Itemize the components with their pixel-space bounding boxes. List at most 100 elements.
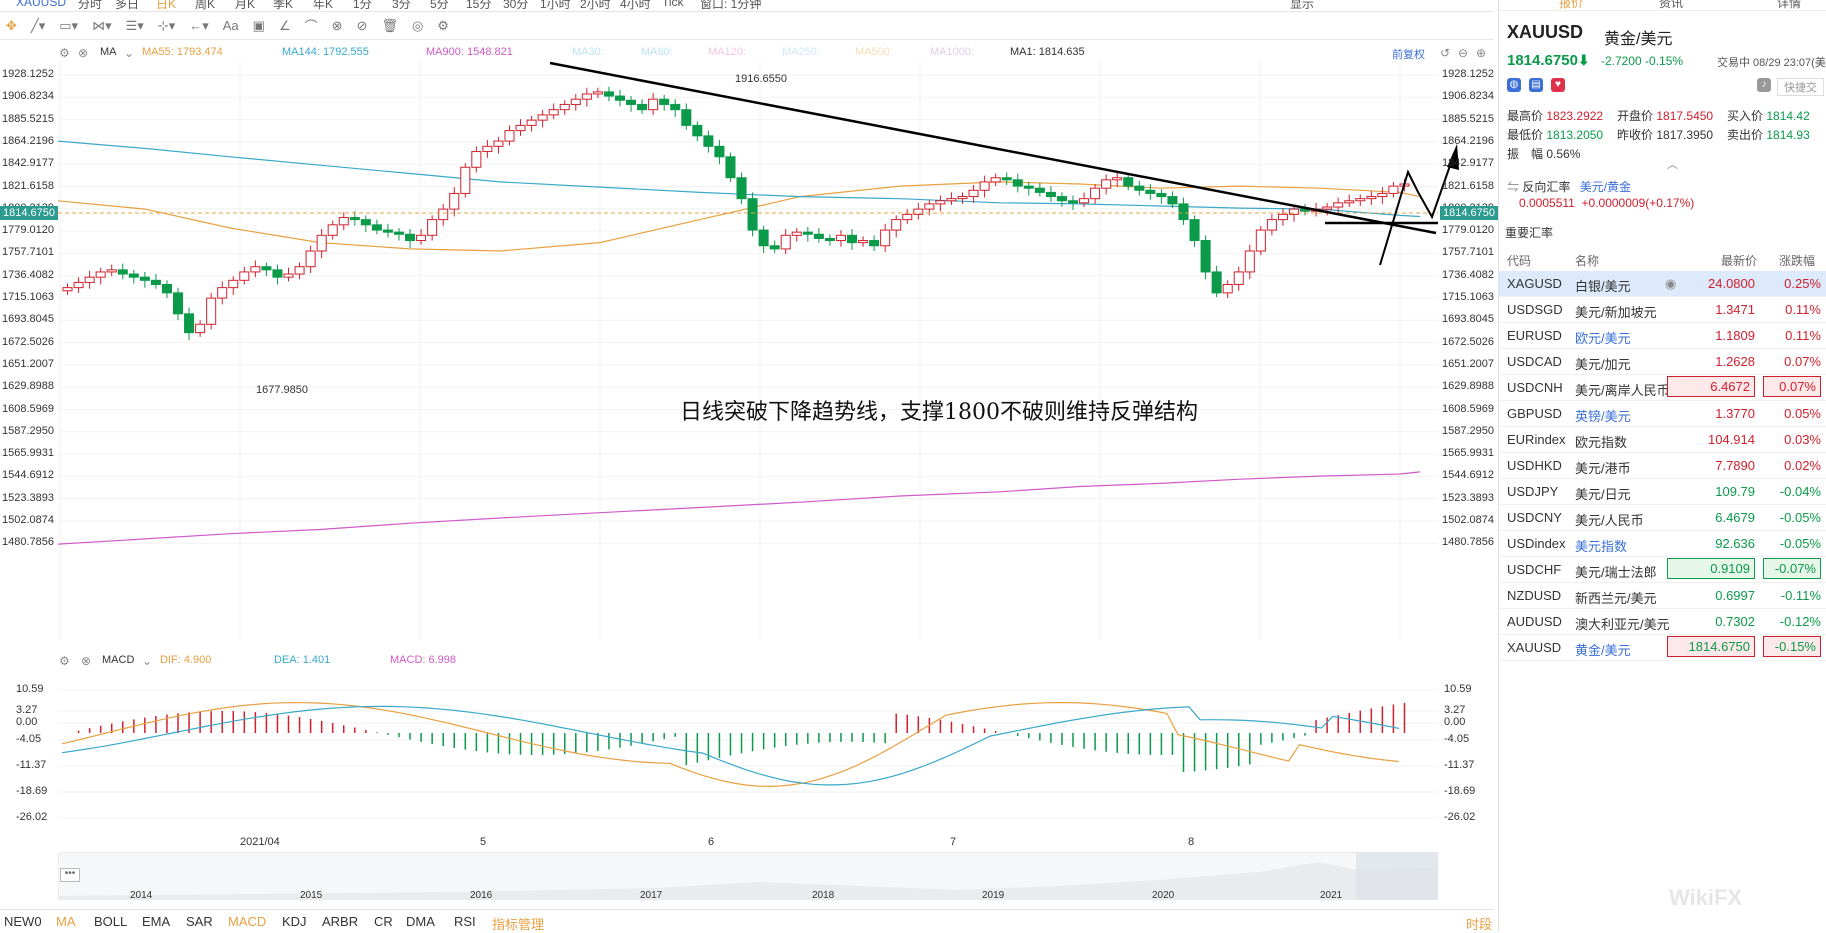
- tab-news[interactable]: 资讯: [1659, 0, 1683, 11]
- rate-name[interactable]: 澳大利亚元/美元: [1575, 614, 1670, 633]
- period-10[interactable]: 5分: [430, 0, 449, 11]
- hide-icon[interactable]: ⊘: [357, 18, 368, 34]
- rate-row[interactable]: EURindex 欧元指数 104.914 0.03%: [1499, 427, 1826, 453]
- rate-name[interactable]: 美元指数: [1575, 536, 1627, 555]
- arrow-icon[interactable]: ←▾: [189, 18, 209, 34]
- rate-name[interactable]: 新西兰元/美元: [1575, 588, 1657, 607]
- crosshair-icon[interactable]: ✥: [6, 18, 17, 34]
- rate-name[interactable]: 黄金/美元: [1575, 640, 1631, 659]
- tab-kdj[interactable]: KDJ: [282, 914, 307, 929]
- topbar-symbol[interactable]: XAUUSD: [16, 0, 66, 9]
- line-icon[interactable]: ╱▾: [31, 18, 45, 34]
- rate-name[interactable]: 欧元指数: [1575, 432, 1627, 451]
- period-17[interactable]: 窗口: 1分钟: [700, 0, 761, 11]
- magnet-icon[interactable]: ⊗: [332, 18, 343, 34]
- tab-ema[interactable]: EMA: [142, 914, 170, 929]
- period-11[interactable]: 15分: [466, 0, 491, 11]
- zoom-in-icon[interactable]: ⊕: [1476, 46, 1486, 60]
- period-4[interactable]: 周K: [195, 0, 215, 11]
- tab-quote[interactable]: 报价: [1559, 0, 1583, 11]
- doc-icon[interactable]: ▤: [1529, 78, 1543, 92]
- topbar-right[interactable]: 显示: [1290, 0, 1314, 11]
- rate-name[interactable]: 美元/人民币: [1575, 510, 1644, 529]
- bell-icon[interactable]: ♪: [1757, 78, 1771, 92]
- rate-name[interactable]: 美元/加元: [1575, 354, 1631, 373]
- tab-indicator-manage[interactable]: 指标管理: [492, 914, 544, 933]
- note-icon[interactable]: ▣: [253, 18, 265, 34]
- macd-chart[interactable]: [0, 670, 1494, 840]
- period-2[interactable]: 多日: [115, 0, 139, 11]
- chevron-down-icon[interactable]: ⌄: [124, 46, 134, 60]
- collapse-icon[interactable]: ︿: [1667, 156, 1678, 172]
- rect-icon[interactable]: ▭▾: [59, 18, 78, 34]
- macd-name[interactable]: MACD: [102, 654, 134, 666]
- rate-row[interactable]: USDCNY 美元/人民币 6.4679 -0.05%: [1499, 505, 1826, 531]
- period-13[interactable]: 1小时: [540, 0, 571, 11]
- period-16[interactable]: Tick: [662, 0, 684, 9]
- overview-menu-icon[interactable]: •••: [60, 868, 80, 882]
- rate-row[interactable]: USDJPY 美元/日元 109.79 -0.04%: [1499, 479, 1826, 505]
- period-5[interactable]: 月K: [235, 0, 255, 11]
- overview-navigator[interactable]: [58, 852, 1438, 900]
- settings-icon[interactable]: ⚙: [59, 46, 70, 60]
- arc-icon[interactable]: ⌒: [305, 16, 318, 35]
- rate-name[interactable]: 美元/港币: [1575, 458, 1631, 477]
- rate-name[interactable]: 白银/美元: [1575, 276, 1631, 295]
- period-7[interactable]: 年K: [313, 0, 333, 11]
- tab-time-range[interactable]: 时段: [1466, 914, 1492, 933]
- rate-row[interactable]: NZDUSD 新西兰元/美元 0.6997 -0.11%: [1499, 583, 1826, 609]
- tab-new0[interactable]: NEW0: [4, 914, 42, 929]
- rate-row[interactable]: USDCAD 美元/加元 1.2628 0.07%: [1499, 349, 1826, 375]
- zoom-out-icon[interactable]: ⊖: [1458, 46, 1468, 60]
- rate-row[interactable]: USDindex 美元指数 92.636 -0.05%: [1499, 531, 1826, 557]
- text-icon[interactable]: Aa: [223, 18, 239, 33]
- eye-icon[interactable]: ◉: [1665, 276, 1676, 292]
- tab-arbr[interactable]: ARBR: [322, 914, 358, 929]
- tab-cr[interactable]: CR: [374, 914, 393, 929]
- tab-ma[interactable]: MA: [56, 914, 76, 929]
- period-12[interactable]: 30分: [503, 0, 528, 11]
- period-9[interactable]: 3分: [392, 0, 411, 11]
- undo-icon[interactable]: ↺: [1440, 46, 1450, 60]
- period-15[interactable]: 4小时: [620, 0, 651, 11]
- tab-boll[interactable]: BOLL: [94, 914, 127, 929]
- rate-name[interactable]: 欧元/美元: [1575, 328, 1631, 347]
- price-chart[interactable]: [0, 60, 1494, 640]
- rate-name[interactable]: 英镑/美元: [1575, 406, 1631, 425]
- period-1[interactable]: 分时: [78, 0, 102, 11]
- measure-icon[interactable]: ⊹▾: [158, 18, 175, 34]
- rate-row[interactable]: USDHKD 美元/港币 7.7890 0.02%: [1499, 453, 1826, 479]
- period-3[interactable]: 日K: [156, 0, 176, 11]
- heart-icon[interactable]: ♥: [1551, 78, 1565, 92]
- fork-icon[interactable]: ⋈▾: [92, 18, 112, 34]
- rate-row[interactable]: AUDUSD 澳大利亚元/美元 0.7302 -0.12%: [1499, 609, 1826, 635]
- globe-icon[interactable]: ◍: [1507, 78, 1521, 92]
- settings-icon[interactable]: ⚙: [437, 18, 449, 34]
- rate-row[interactable]: EURUSD 欧元/美元 1.1809 0.11%: [1499, 323, 1826, 349]
- rate-name[interactable]: 美元/日元: [1575, 484, 1631, 503]
- rate-name[interactable]: 美元/新加坡元: [1575, 302, 1657, 321]
- rate-row[interactable]: XAUUSD 黄金/美元 1814.6750 -0.15%: [1499, 635, 1826, 661]
- fib-icon[interactable]: ☰▾: [126, 18, 144, 34]
- settings-icon[interactable]: ⚙: [59, 654, 70, 668]
- rate-row[interactable]: USDSGD 美元/新加坡元 1.3471 0.11%: [1499, 297, 1826, 323]
- rate-name[interactable]: 美元/离岸人民币: [1575, 380, 1670, 399]
- rate-row[interactable]: GBPUSD 英镑/美元 1.3770 0.05%: [1499, 401, 1826, 427]
- close-icon[interactable]: ⊗: [78, 46, 88, 60]
- tab-macd[interactable]: MACD: [228, 914, 266, 929]
- rate-name[interactable]: 美元/瑞士法郎: [1575, 562, 1657, 581]
- chevron-down-icon[interactable]: ⌄: [142, 654, 152, 668]
- ruler-icon[interactable]: ∠: [279, 18, 291, 34]
- ma-name[interactable]: MA: [100, 46, 117, 58]
- period-14[interactable]: 2小时: [580, 0, 611, 11]
- period-8[interactable]: 1分: [353, 0, 372, 11]
- quick-trade-button[interactable]: 快捷交: [1777, 78, 1824, 96]
- rate-row[interactable]: USDCHF 美元/瑞士法郎 0.9109 -0.07%: [1499, 557, 1826, 583]
- trash-icon[interactable]: 🗑: [381, 18, 398, 34]
- eye-icon[interactable]: ◎: [412, 18, 423, 34]
- tab-sar[interactable]: SAR: [186, 914, 213, 929]
- rate-row[interactable]: USDCNH 美元/离岸人民币 6.4672 0.07%: [1499, 375, 1826, 401]
- tab-detail[interactable]: 详情: [1777, 0, 1801, 11]
- period-6[interactable]: 季K: [273, 0, 293, 11]
- close-icon[interactable]: ⊗: [81, 654, 91, 668]
